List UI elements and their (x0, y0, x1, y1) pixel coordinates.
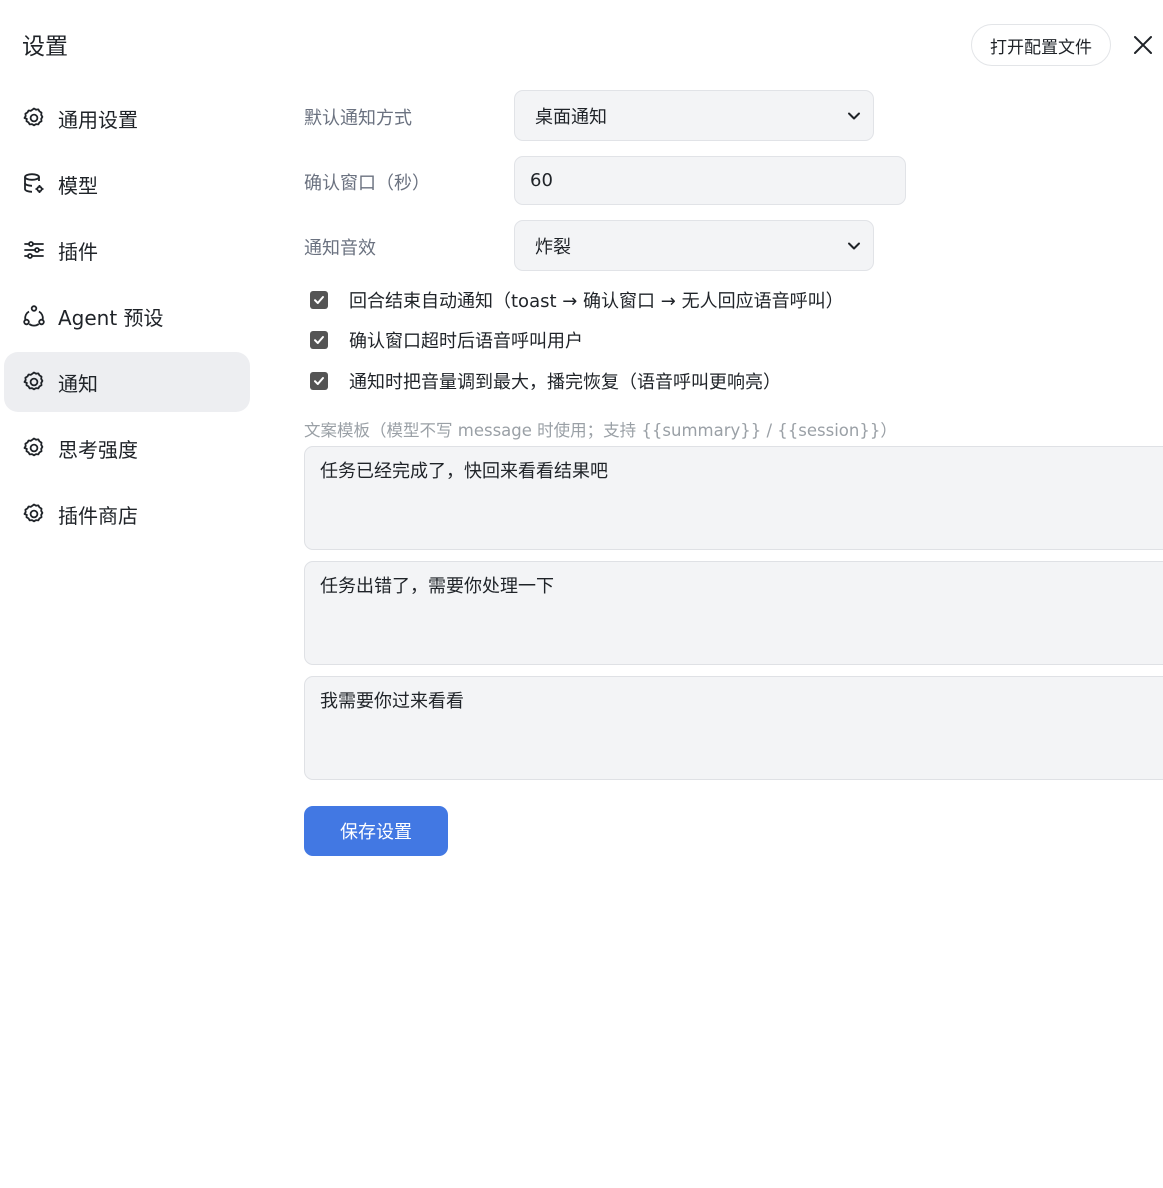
auto-notify-checkbox[interactable] (310, 291, 328, 309)
open-config-button[interactable]: 打开配置文件 (971, 24, 1111, 66)
share-nodes-icon (22, 304, 46, 328)
voice-call-checkbox[interactable] (310, 331, 328, 349)
template-attention-textarea[interactable]: 我需要你过来看看 (304, 676, 1163, 780)
page-title: 设置 (22, 34, 68, 60)
notify-sound-value: 炸裂 (535, 236, 571, 258)
notify-method-label: 默认通知方式 (304, 108, 412, 129)
sidebar-item-general[interactable]: 通用设置 (4, 88, 250, 148)
gear-icon (22, 436, 46, 460)
max-volume-label: 通知时把音量调到最大，播完恢复（语音呼叫更响亮） (349, 372, 781, 393)
sidebar-item-label: 通用设置 (58, 107, 138, 132)
template-error-textarea[interactable]: 任务出错了，需要你处理一下 (304, 561, 1163, 665)
close-icon (1134, 36, 1152, 54)
sidebar-item-label: 插件 (58, 239, 98, 264)
sidebar-item-label: Agent 预设 (58, 305, 164, 330)
sidebar-item-plugin-store[interactable]: 插件商店 (4, 484, 250, 544)
confirm-window-input[interactable]: 60 (514, 156, 906, 205)
confirm-window-label: 确认窗口（秒） (304, 173, 430, 194)
sidebar-item-label: 思考强度 (58, 437, 138, 462)
save-button[interactable]: 保存设置 (304, 806, 448, 856)
voice-call-label: 确认窗口超时后语音呼叫用户 (349, 331, 583, 352)
settings-page: 设置 打开配置文件 通用设置 模型 插件 Agent 预设 通知 思考强度 插件… (0, 0, 1163, 1188)
max-volume-checkbox[interactable] (310, 372, 328, 390)
checkmark-icon (314, 377, 324, 385)
sliders-icon (22, 238, 46, 262)
notify-sound-label: 通知音效 (304, 238, 376, 259)
database-gear-icon (22, 172, 46, 196)
notify-method-value: 桌面通知 (535, 106, 607, 128)
notify-method-select[interactable]: 桌面通知 (514, 90, 874, 141)
chevron-down-icon (848, 242, 860, 249)
max-volume-checkbox-row[interactable]: 通知时把音量调到最大，播完恢复（语音呼叫更响亮） (310, 370, 781, 393)
sidebar-item-models[interactable]: 模型 (4, 154, 250, 214)
sidebar-item-label: 模型 (58, 173, 98, 198)
auto-notify-label: 回合结束自动通知（toast → 确认窗口 → 无人回应语音呼叫） (349, 291, 844, 312)
notify-sound-select[interactable]: 炸裂 (514, 220, 874, 271)
gear-icon (22, 370, 46, 394)
sidebar-item-agent-presets[interactable]: Agent 预设 (4, 286, 250, 346)
checkmark-icon (314, 296, 324, 304)
auto-notify-checkbox-row[interactable]: 回合结束自动通知（toast → 确认窗口 → 无人回应语音呼叫） (310, 289, 844, 312)
template-label: 文案模板（模型不写 message 时使用；支持 {{summary}} / {… (304, 421, 897, 440)
checkmark-icon (314, 336, 324, 344)
sidebar-item-notifications[interactable]: 通知 (4, 352, 250, 412)
gear-icon (22, 106, 46, 130)
sidebar-item-label: 通知 (58, 371, 98, 396)
sidebar-item-thinking[interactable]: 思考强度 (4, 418, 250, 478)
sidebar-item-plugins[interactable]: 插件 (4, 220, 250, 280)
template-done-textarea[interactable]: 任务已经完成了，快回来看看结果吧 (304, 446, 1163, 550)
chevron-down-icon (848, 112, 860, 119)
gear-icon (22, 502, 46, 526)
voice-call-checkbox-row[interactable]: 确认窗口超时后语音呼叫用户 (310, 329, 583, 352)
sidebar-item-label: 插件商店 (58, 503, 138, 528)
close-button[interactable] (1130, 32, 1156, 58)
sidebar: 通用设置 模型 插件 Agent 预设 通知 思考强度 插件商店 (4, 88, 250, 550)
